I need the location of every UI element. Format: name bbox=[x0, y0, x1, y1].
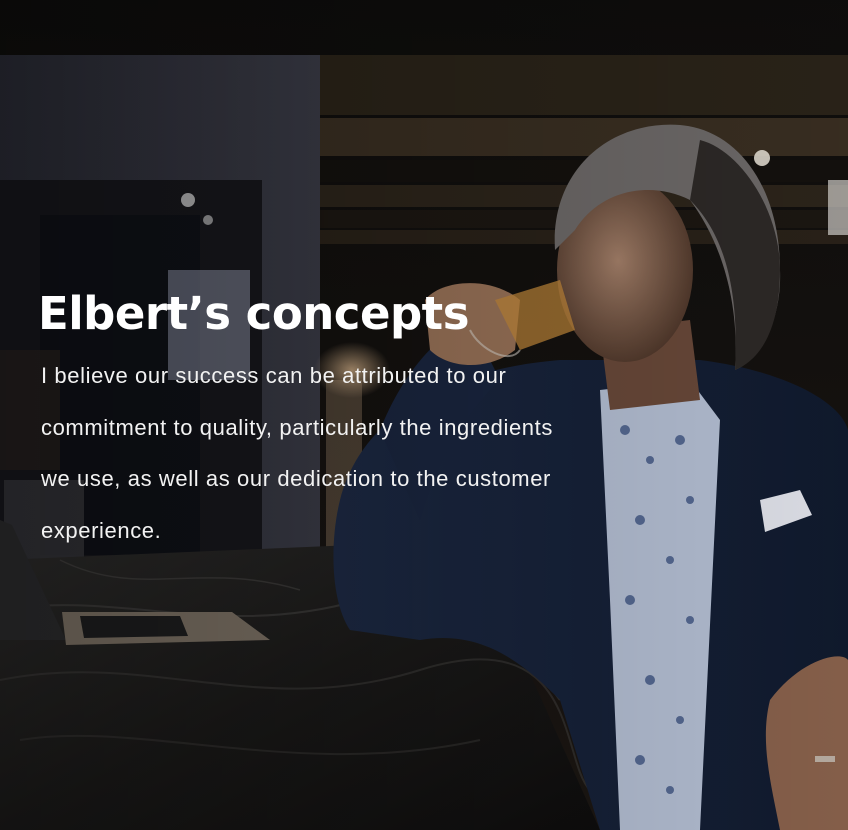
hero-title: Elbert’s concepts bbox=[38, 287, 469, 340]
hero-description: I believe our success can be attributed … bbox=[41, 363, 553, 543]
hero-section: Elbert’s concepts I believe our success … bbox=[0, 0, 848, 830]
hero-content: Elbert’s concepts I believe our success … bbox=[38, 286, 598, 556]
